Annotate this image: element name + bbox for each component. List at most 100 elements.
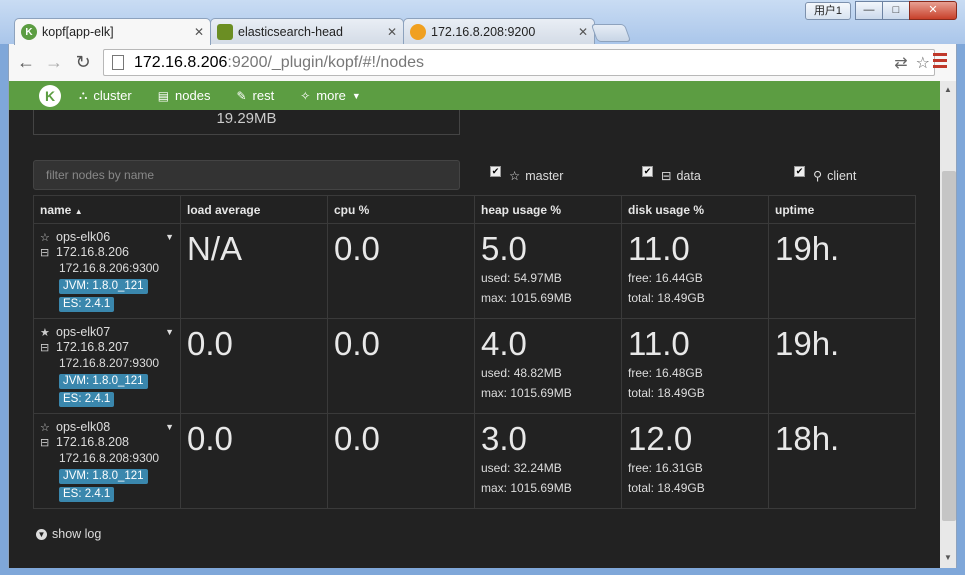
node-ip: 172.16.8.206 [56,245,129,259]
translate-icon[interactable]: ⇄ [894,53,907,73]
user-profile-badge[interactable]: 用户1 [805,2,851,20]
tab-kopf[interactable]: K kopf[app-elk] ✕ [14,18,211,45]
tab-label: 172.16.8.208:9200 [431,25,536,39]
nav-nodes[interactable]: ▤ nodes [158,88,211,103]
sort-asc-icon: ▲ [74,206,83,216]
wand-icon: ✧ [300,88,311,103]
new-tab-button[interactable] [590,24,632,42]
disk-percent-value: 11.0 [628,230,690,267]
node-name-cell: ★ ops-elk07 ▼ ⊟ 172.16.8.207 172.16.8.207:9… [33,318,181,414]
disk-total: total: 18.49GB [628,291,705,305]
disk-free: free: 16.44GB [628,271,703,285]
tab-label: kopf[app-elk] [42,25,114,39]
node-name: ops-elk06 [56,230,111,244]
elastic-favicon-icon [410,24,426,40]
cpu-value: 0.0 [334,325,380,362]
jvm-badge: JVM: 1.8.0_121 [59,279,148,294]
star-outline-icon: ☆ [40,231,50,244]
nav-more[interactable]: ✧ more ▼ [300,88,361,103]
bookmark-star-icon[interactable]: ☆ [916,53,930,73]
node-name-cell: ☆ ops-elk08 ▼ ⊟ 172.16.8.208 172.16.8.208:9… [33,413,181,509]
master-checkbox[interactable]: ✔ ☆ master [490,166,563,183]
node-address: 172.16.8.206:9300 [59,261,160,275]
hdd-icon: ⊟ [661,169,672,183]
node-address: 172.16.8.207:9300 [59,356,160,370]
load-average-value: N/A [187,230,243,267]
tab-es-node-208[interactable]: 172.16.8.208:9200 ✕ [403,18,595,45]
load-average-value: 0.0 [187,420,233,457]
node-ip: 172.16.8.207 [56,340,129,354]
data-checkbox[interactable]: ✔ ⊟ data [642,166,701,183]
close-tab-icon[interactable]: ✕ [387,25,397,39]
rest-icon: ✎ [236,88,247,103]
kopf-logo[interactable]: K [39,84,61,107]
vertical-scrollbar[interactable]: ▲ ▼ [940,81,956,568]
stat-panel: 19.29MB [33,110,460,135]
disk-total: total: 18.49GB [628,386,705,400]
column-header-name[interactable]: name ▲ [33,195,181,224]
heap-used: used: 32.24MB [481,461,562,475]
heap-max: max: 1015.69MB [481,386,572,400]
close-tab-icon[interactable]: ✕ [194,25,204,39]
close-tab-icon[interactable]: ✕ [578,25,588,39]
jvm-badge: JVM: 1.8.0_121 [59,469,148,484]
heap-used: used: 48.82MB [481,366,562,380]
table-row: ☆ ops-elk08 ▼ ⊟ 172.16.8.208 172.16.8.208:9… [33,413,916,509]
nav-label: nodes [175,88,211,103]
disk-total: total: 18.49GB [628,481,705,495]
checkbox-box[interactable]: ✔ [794,166,805,177]
column-header-load[interactable]: load average [180,195,328,224]
nav-cluster[interactable]: ⛬ cluster [79,88,132,103]
checkbox-label: data [676,168,701,183]
disk-percent-value: 11.0 [628,325,690,362]
back-arrow-icon[interactable]: ← [15,51,37,73]
address-bar[interactable]: 172.16.8.206:9200/_plugin/kopf/#!/nodes … [103,49,935,76]
scroll-up-icon[interactable]: ▲ [944,85,952,94]
chevron-down-icon: ▼ [351,90,361,101]
stat-value: 19.29MB [216,110,277,127]
disk-percent-value: 12.0 [628,420,693,457]
column-header-cpu[interactable]: cpu % [327,195,475,224]
nodes-icon: ▤ [157,88,170,103]
minimize-button[interactable]: — [855,1,883,20]
scroll-down-icon[interactable]: ▼ [944,553,952,562]
node-menu-caret-icon[interactable]: ▼ [165,422,174,432]
scrollbar-thumb[interactable] [942,171,956,521]
client-checkbox[interactable]: ✔ ⚲ client [794,166,857,183]
url-host: 172.16.8.206 [134,53,228,71]
browser-menu-icon[interactable] [933,53,947,69]
checkbox-box[interactable]: ✔ [490,166,501,177]
tab-elasticsearch-head[interactable]: elasticsearch-head ✕ [210,18,404,45]
page-icon [112,55,124,70]
star-outline-icon: ☆ [40,421,50,434]
cpu-value: 0.0 [334,230,380,267]
node-name: ops-elk07 [56,325,111,339]
column-header-heap[interactable]: heap usage % [474,195,622,224]
node-menu-caret-icon[interactable]: ▼ [165,232,174,242]
es-head-favicon-icon [217,24,233,40]
filter-nodes-input[interactable]: filter nodes by name [33,160,460,190]
hdd-icon: ⊟ [40,246,50,259]
star-icon: ☆ [509,169,521,183]
star-filled-icon: ★ [40,326,50,339]
reload-icon[interactable]: ↻ [72,51,94,73]
browser-toolbar: ← → ↻ 172.16.8.206:9200/_plugin/kopf/#!/… [8,44,957,81]
maximize-button[interactable]: □ [882,1,910,20]
uptime-value: 18h. [775,420,840,457]
column-header-disk[interactable]: disk usage % [621,195,769,224]
node-name: ops-elk08 [56,420,111,434]
header-label: name [40,202,72,217]
es-version-badge: ES: 2.4.1 [59,297,115,312]
uptime-value: 19h. [775,230,840,267]
forward-arrow-icon[interactable]: → [43,51,65,73]
nav-label: more [316,88,346,103]
checkbox-label: client [827,168,857,183]
column-header-uptime[interactable]: uptime [768,195,916,224]
node-menu-caret-icon[interactable]: ▼ [165,327,174,337]
disk-free: free: 16.48GB [628,366,703,380]
nav-rest[interactable]: ✎ rest [236,88,274,103]
checkbox-box[interactable]: ✔ [642,166,653,177]
close-window-button[interactable]: ✕ [909,1,957,20]
show-log-toggle[interactable]: ▼ show log [36,527,101,541]
kopf-navbar: K ⛬ cluster ▤ nodes ✎ rest ✧ more ▼ [9,81,940,110]
